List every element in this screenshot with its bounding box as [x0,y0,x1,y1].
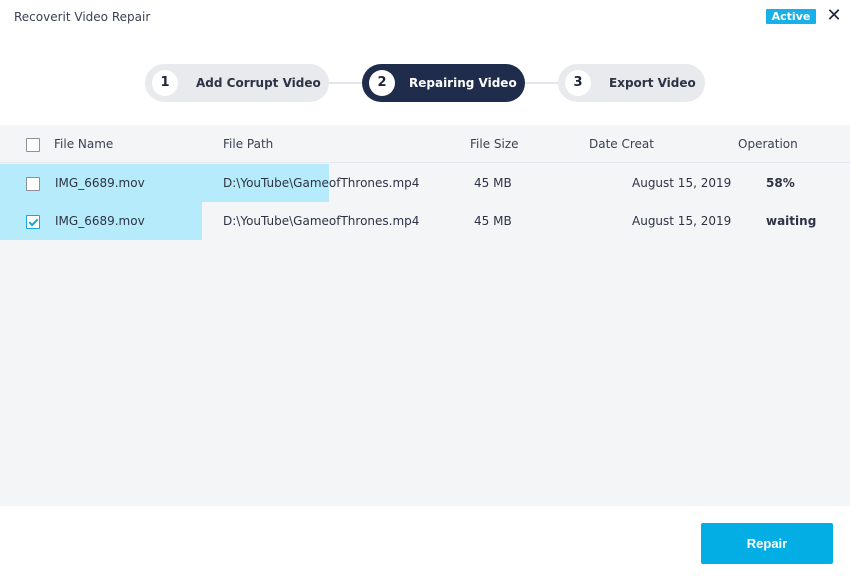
table-row[interactable]: IMG_6689.mov D:\YouTube\GameofThrones.mp… [0,202,850,240]
step-number: 3 [565,70,591,96]
date-created: August 15, 2019 [632,176,732,190]
column-file-path[interactable]: File Path [223,137,273,151]
file-table: File Name File Path File Size Date Creat… [0,125,850,506]
step-number: 2 [369,70,395,96]
table-row[interactable]: IMG_6689.mov D:\YouTube\GameofThrones.mp… [0,164,850,202]
app-title: Recoverit Video Repair [14,10,151,24]
repair-button[interactable]: Repair [701,523,833,564]
column-operation[interactable]: Operation [738,137,798,151]
file-name: IMG_6689.mov [55,176,145,190]
column-file-size[interactable]: File Size [470,137,519,151]
file-path: D:\YouTube\GameofThrones.mp4 [223,176,420,190]
operation-status: 58% [766,176,795,190]
step-connector [328,82,364,84]
step-label: Export Video [609,76,696,90]
file-name: IMG_6689.mov [55,214,145,228]
operation-status: waiting [766,214,817,228]
row-checkbox[interactable] [26,215,40,229]
step-repairing-video: 2 Repairing Video [362,64,525,102]
select-all-checkbox[interactable] [26,138,40,152]
file-size: 45 MB [474,176,512,190]
file-path: D:\YouTube\GameofThrones.mp4 [223,214,420,228]
close-icon[interactable]: ✕ [826,6,842,26]
column-date-created[interactable]: Date Creat [589,137,654,151]
column-file-name[interactable]: File Name [54,137,113,151]
active-badge: Active [766,9,816,24]
step-label: Add Corrupt Video [196,76,321,90]
step-connector [524,82,560,84]
file-size: 45 MB [474,214,512,228]
row-checkbox[interactable] [26,177,40,191]
title-bar: Recoverit Video Repair Active ✕ [0,0,850,36]
step-export-video: 3 Export Video [558,64,705,102]
date-created: August 15, 2019 [632,214,732,228]
step-add-corrupt-video: 1 Add Corrupt Video [145,64,329,102]
stepper: 1 Add Corrupt Video 2 Repairing Video 3 … [0,64,850,102]
footer: Repair [0,506,850,576]
table-header: File Name File Path File Size Date Creat… [0,125,850,163]
step-label: Repairing Video [409,76,517,90]
step-number: 1 [152,70,178,96]
